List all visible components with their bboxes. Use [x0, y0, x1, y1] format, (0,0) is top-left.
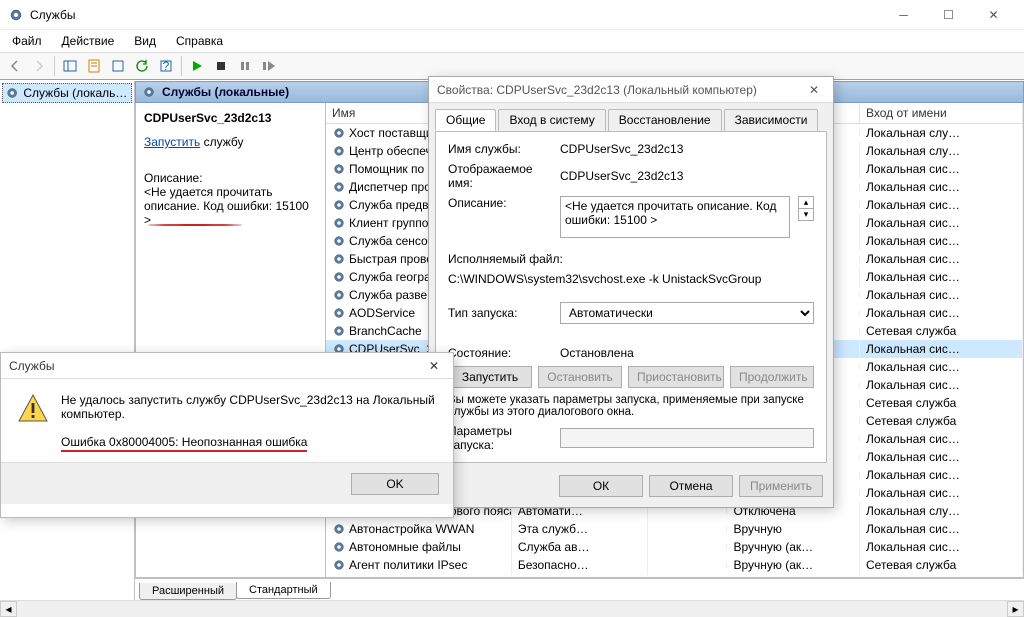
tab-extended[interactable]: Расширенный: [139, 583, 237, 600]
label-params: Параметры запуска:: [448, 424, 552, 452]
tab-dependencies[interactable]: Зависимости: [724, 109, 819, 131]
restart-service-button[interactable]: [258, 55, 280, 77]
warning-icon: [17, 393, 49, 425]
dialog-titlebar: Свойства: CDPUserSvc_23d2c13 (Локальный …: [429, 77, 833, 103]
cancel-button[interactable]: Отмена: [649, 475, 733, 497]
tab-logon[interactable]: Вход в систему: [498, 109, 605, 131]
annotation-mark: [148, 224, 242, 226]
help-button[interactable]: ?: [155, 55, 177, 77]
error-close-button[interactable]: ✕: [423, 359, 445, 373]
service-row[interactable]: Агент политики IPsecБезопасно…Вручную (а…: [326, 556, 1023, 574]
service-row[interactable]: Автонастройка WWANЭта служб…ВручнуюЛокал…: [326, 520, 1023, 538]
service-row[interactable]: Автономные файлыСлужба ав…Вручную (ак…Ло…: [326, 538, 1023, 556]
svg-text:?: ?: [163, 59, 170, 73]
start-suffix: службу: [200, 135, 243, 149]
label-disp-name: Отображаемое имя:: [448, 162, 552, 190]
menu-help[interactable]: Справка: [168, 32, 231, 50]
value-desc[interactable]: <Не удается прочитать описание. Код ошиб…: [560, 196, 790, 238]
content-tabs: Расширенный Стандартный: [135, 578, 1024, 600]
export-button[interactable]: [107, 55, 129, 77]
value-disp-name: CDPUserSvc_23d2c13: [560, 169, 814, 183]
error-line2: Ошибка 0x80004005: Неопознанная ошибка: [61, 435, 307, 452]
error-ok-button[interactable]: OK: [351, 473, 439, 495]
minimize-button[interactable]: ─: [881, 0, 926, 30]
content-header-label: Службы (локальные): [162, 85, 289, 99]
dialog-buttons: ОК Отмена Применить: [429, 469, 833, 507]
dialog-tabs: Общие Вход в систему Восстановление Зави…: [429, 103, 833, 131]
label-state: Состояние:: [448, 346, 552, 360]
desc-scroll-up[interactable]: ▴: [798, 196, 814, 209]
startup-params-input: [560, 428, 814, 448]
pause-service-button[interactable]: [234, 55, 256, 77]
horizontal-scrollbar[interactable]: ◂ ▸: [0, 600, 1024, 617]
back-button[interactable]: [4, 55, 26, 77]
apply-button: Применить: [739, 475, 823, 497]
tab-recovery[interactable]: Восстановление: [608, 109, 722, 131]
label-svc-name: Имя службы:: [448, 142, 552, 156]
error-dialog: Службы ✕ Не удалось запустить службу CDP…: [0, 352, 454, 518]
menu-file[interactable]: Файл: [4, 32, 50, 50]
col-logon[interactable]: Вход от имени: [860, 103, 1023, 123]
value-svc-name: CDPUserSvc_23d2c13: [560, 142, 814, 156]
gear-icon: [5, 85, 19, 101]
error-title: Службы: [9, 359, 54, 373]
tree-root-label: Службы (локальные): [23, 86, 129, 100]
error-line1: Не удалось запустить службу CDPUserSvc_2…: [61, 393, 437, 421]
description-text: <Не удается прочитать описание. Код ошиб…: [144, 185, 317, 227]
titlebar: Службы ─ ☐ ✕: [0, 0, 1024, 30]
start-service-button[interactable]: [186, 55, 208, 77]
services-icon: [8, 7, 24, 23]
startup-hint: Вы можете указать параметры запуска, при…: [448, 394, 814, 418]
dialog-close-button[interactable]: ✕: [803, 83, 825, 97]
label-desc: Описание:: [448, 196, 552, 210]
ok-button[interactable]: ОК: [559, 475, 643, 497]
service-properties-dialog: Свойства: CDPUserSvc_23d2c13 (Локальный …: [428, 76, 834, 508]
selected-service-name: CDPUserSvc_23d2c13: [144, 111, 271, 125]
startup-type-select[interactable]: Автоматически: [560, 302, 814, 324]
resume-button: Продолжить: [730, 366, 814, 388]
close-button[interactable]: ✕: [971, 0, 1016, 30]
label-exe: Исполняемый файл:: [448, 252, 814, 266]
start-button[interactable]: Запустить: [448, 366, 532, 388]
maximize-button[interactable]: ☐: [926, 0, 971, 30]
label-startup: Тип запуска:: [448, 306, 552, 320]
tab-page-general: Имя службы: CDPUserSvc_23d2c13 Отображаем…: [435, 131, 827, 463]
desc-scroll-down[interactable]: ▾: [798, 209, 814, 221]
error-titlebar: Службы ✕: [1, 353, 453, 379]
menu-view[interactable]: Вид: [126, 32, 164, 50]
value-state: Остановлена: [560, 346, 814, 360]
menu-action[interactable]: Действие: [54, 32, 123, 50]
tab-standard[interactable]: Стандартный: [236, 582, 331, 599]
tree-root-item[interactable]: Службы (локальные): [2, 83, 132, 103]
stop-service-button[interactable]: [210, 55, 232, 77]
description-label: Описание:: [144, 171, 317, 185]
refresh-button[interactable]: [131, 55, 153, 77]
tab-general[interactable]: Общие: [435, 109, 496, 131]
start-service-link[interactable]: Запустить: [144, 135, 200, 149]
gear-icon: [142, 85, 156, 99]
stop-button: Остановить: [538, 366, 622, 388]
window-title: Службы: [30, 8, 75, 22]
scroll-left-button[interactable]: ◂: [0, 601, 17, 617]
show-hide-tree-button[interactable]: [59, 55, 81, 77]
console-tree[interactable]: Службы (локальные): [0, 81, 135, 600]
properties-button[interactable]: [83, 55, 105, 77]
scroll-right-button[interactable]: ▸: [1007, 601, 1024, 617]
forward-button[interactable]: [28, 55, 50, 77]
dialog-title: Свойства: CDPUserSvc_23d2c13 (Локальный …: [437, 83, 757, 97]
value-exe: C:\WINDOWS\system32\svchost.exe -k Unist…: [448, 272, 814, 286]
menubar: Файл Действие Вид Справка: [0, 30, 1024, 52]
pause-button: Приостановить: [628, 366, 724, 388]
